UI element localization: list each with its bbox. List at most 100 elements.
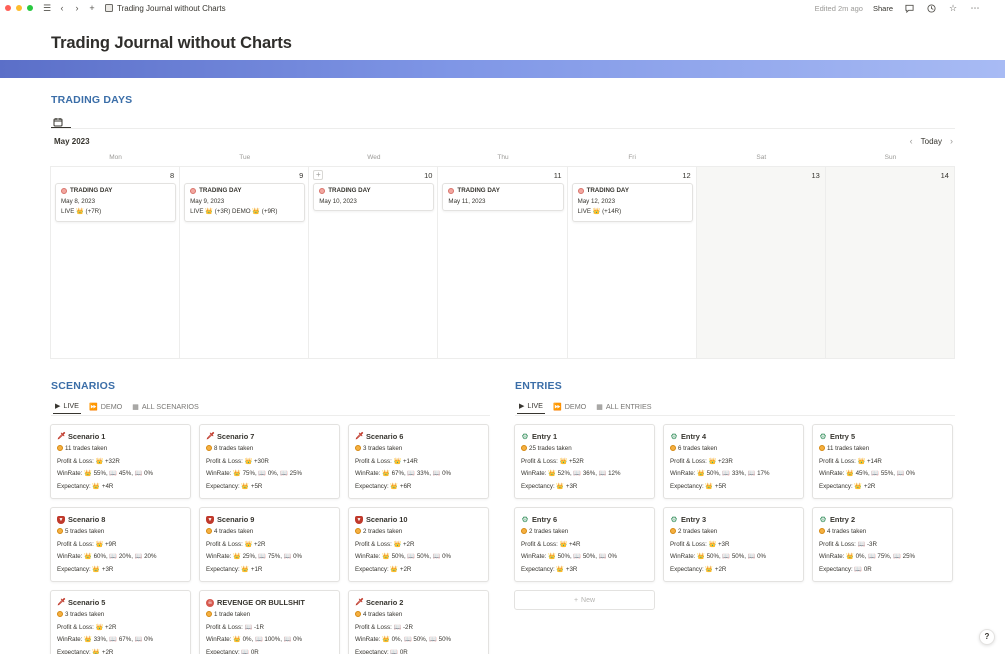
tab-all-scenarios[interactable]: ▦ ALL SCENARIOS: [130, 402, 200, 414]
gallery-card[interactable]: ▼ Scenario 9 4 trades taken Profit & Loss: …: [199, 507, 340, 582]
weekday-label: Thu: [497, 154, 509, 161]
day-number: 11: [553, 171, 562, 180]
card-header: 🗡 Scenario 6: [355, 430, 482, 443]
card-header: ⚙ Entry 3: [670, 513, 797, 526]
gallery-card[interactable]: 🗡 Scenario 1 11 trades taken Profit & Loss:…: [50, 424, 191, 499]
comments-icon[interactable]: [903, 2, 915, 14]
winrate: WinRate: 👑 67%, 📖 33%, 📖 0%: [355, 470, 452, 477]
sword-icon: 🗡: [57, 598, 66, 606]
card-result: LIVE 👑 (+3R) DEMO 👑 (+9R): [190, 208, 278, 215]
calendar-day-cell[interactable]: 12 TRADING DAY May 12, 2023 LIVE 👑 (+14R…: [568, 167, 697, 358]
tab-live[interactable]: ▶ LIVE: [517, 401, 545, 414]
calendar-day-cell[interactable]: 9 TRADING DAY May 9, 2023 LIVE 👑 (+3R) D…: [180, 167, 310, 358]
gallery-card[interactable]: ⚙ Entry 1 25 trades taken Profit & Loss: 👑 …: [514, 424, 655, 499]
trades-count: 25 trades taken: [521, 443, 648, 456]
tab-demo[interactable]: ⏩ DEMO: [87, 402, 124, 414]
sidebar-menu-icon[interactable]: ☰: [41, 2, 53, 14]
breadcrumb[interactable]: Trading Journal without Charts: [105, 4, 226, 13]
gallery-card[interactable]: ▼ Scenario 10 2 trades taken Profit & Loss:…: [348, 507, 489, 582]
trading-day-card[interactable]: TRADING DAY May 9, 2023 LIVE 👑 (+3R) DEM…: [184, 183, 306, 222]
new-entry-button[interactable]: + New: [514, 590, 655, 610]
calendar-day-cell[interactable]: 14: [825, 167, 954, 358]
add-event-plus-icon[interactable]: +: [313, 170, 324, 180]
gallery-card[interactable]: 🗡 Scenario 5 3 trades taken Profit & Loss: …: [50, 590, 191, 654]
card-title: Scenario 7: [217, 432, 255, 441]
expectancy: Expectancy: 👑 +2R: [57, 648, 114, 654]
trades-text: 8 trades taken: [214, 445, 254, 452]
weekday-label: Tue: [239, 154, 251, 161]
expectancy: Expectancy: 👑 +2R: [819, 482, 876, 490]
zoom-window-button[interactable]: [27, 5, 33, 11]
gallery-card[interactable]: 🗡 Scenario 7 8 trades taken Profit & Loss: …: [199, 424, 340, 499]
next-month-icon[interactable]: ›: [950, 136, 953, 146]
back-arrow-icon[interactable]: ‹: [56, 2, 68, 14]
profit-loss: Profit & Loss: 👑 +14R: [819, 457, 882, 465]
share-button[interactable]: Share: [873, 4, 893, 13]
tab-live[interactable]: ▶ LIVE: [53, 401, 81, 414]
brain-icon: [190, 188, 197, 195]
skull-icon: ☠: [206, 598, 214, 607]
smiley-icon: [57, 527, 63, 534]
divider: [515, 415, 955, 416]
gallery-card[interactable]: ⚙ Entry 6 2 trades taken Profit & Loss: 👑 +…: [514, 507, 655, 582]
card-header: 🗡 Scenario 5: [57, 596, 184, 609]
gallery-card[interactable]: ⚙ Entry 5 11 trades taken Profit & Loss: 👑 …: [812, 424, 953, 499]
tab-label: LIVE: [63, 401, 79, 410]
calendar-day-cell[interactable]: + 10 TRADING DAY May 10, 2023: [309, 167, 439, 358]
more-options-icon[interactable]: ⋯: [969, 2, 981, 14]
forward-arrow-icon[interactable]: ›: [71, 2, 83, 14]
calendar-view-icon[interactable]: [53, 114, 63, 127]
card-title: TRADING DAY: [457, 187, 500, 194]
gear-icon: ⚙: [819, 431, 827, 441]
trades-count: 11 trades taken: [819, 443, 946, 456]
gallery-card[interactable]: ☠ REVENGE OR BULLSHIT 1 trade taken Profit …: [199, 590, 340, 654]
trades-count: 11 trades taken: [57, 443, 184, 456]
help-button[interactable]: ?: [979, 629, 995, 645]
updates-clock-icon[interactable]: [925, 2, 937, 14]
tab-all-entries[interactable]: ▦ ALL ENTRIES: [594, 402, 653, 414]
close-window-button[interactable]: [5, 5, 11, 11]
gallery-card[interactable]: ⚙ Entry 3 2 trades taken Profit & Loss: 👑 +…: [663, 507, 804, 582]
favorite-star-icon[interactable]: ☆: [947, 2, 959, 14]
expectancy: Expectancy: 📖 0R: [819, 565, 872, 573]
trades-count: 4 trades taken: [355, 609, 482, 622]
gallery-card[interactable]: 🗡 Scenario 6 3 trades taken Profit & Loss: …: [348, 424, 489, 499]
scenarios-gallery: 🗡 Scenario 1 11 trades taken Profit & Loss:…: [50, 424, 489, 654]
scenarios-heading: SCENARIOS: [51, 380, 116, 392]
weekday-label: Wed: [367, 154, 381, 161]
window-topbar: ☰ ‹ › + Trading Journal without Charts E…: [0, 0, 1005, 16]
card-header: ⚙ Entry 1: [521, 430, 648, 443]
card-header: ⚙ Entry 6: [521, 513, 648, 526]
trading-day-card[interactable]: TRADING DAY May 8, 2023 LIVE 👑 (+7R): [55, 183, 177, 222]
trading-day-card[interactable]: TRADING DAY May 11, 2023: [442, 183, 564, 211]
trading-day-card[interactable]: TRADING DAY May 12, 2023 LIVE 👑 (+14R): [571, 183, 693, 222]
calendar-day-cell[interactable]: 8 TRADING DAY May 8, 2023 LIVE 👑 (+7R): [51, 167, 181, 358]
tab-label: DEMO: [100, 402, 123, 411]
smiley-icon: [57, 610, 63, 617]
gallery-card[interactable]: ⚙ Entry 2 4 trades taken Profit & Loss: 📖 -…: [812, 507, 953, 582]
card-title: Scenario 9: [217, 515, 255, 524]
trades-count: 1 trade taken: [206, 609, 333, 622]
trades-text: 2 trades taken: [363, 528, 403, 535]
previous-month-icon[interactable]: ‹: [910, 136, 913, 146]
gallery-grid-icon: ▦: [596, 403, 603, 411]
new-page-plus-icon[interactable]: +: [86, 2, 98, 14]
profit-loss: Profit & Loss: 📖 -1R: [206, 623, 264, 631]
gallery-card[interactable]: 🗡 Scenario 2 4 trades taken Profit & Loss: …: [348, 590, 489, 654]
gallery-card[interactable]: ▼ Scenario 8 5 trades taken Profit & Loss: …: [50, 507, 191, 582]
gallery-card[interactable]: ⚙ Entry 4 6 trades taken Profit & Loss: 👑 +…: [663, 424, 804, 499]
trades-count: 2 trades taken: [670, 526, 797, 539]
minimize-window-button[interactable]: [16, 5, 22, 11]
card-result: LIVE 👑 (+7R): [61, 208, 102, 215]
sword-icon: 🗡: [355, 598, 364, 606]
calendar-day-cell[interactable]: 11 TRADING DAY May 11, 2023: [438, 167, 568, 358]
gear-icon: ⚙: [521, 514, 529, 524]
trades-count: 2 trades taken: [521, 526, 648, 539]
window-controls: [5, 5, 33, 11]
calendar-day-cell[interactable]: 13: [696, 167, 826, 358]
trading-day-card[interactable]: TRADING DAY May 10, 2023: [313, 183, 435, 211]
tab-demo[interactable]: ⏩ DEMO: [551, 402, 588, 414]
winrate: WinRate: 👑 50%, 📖 50%, 📖 0%: [521, 553, 618, 560]
trades-text: 6 trades taken: [678, 445, 718, 452]
today-button[interactable]: Today: [921, 137, 942, 146]
